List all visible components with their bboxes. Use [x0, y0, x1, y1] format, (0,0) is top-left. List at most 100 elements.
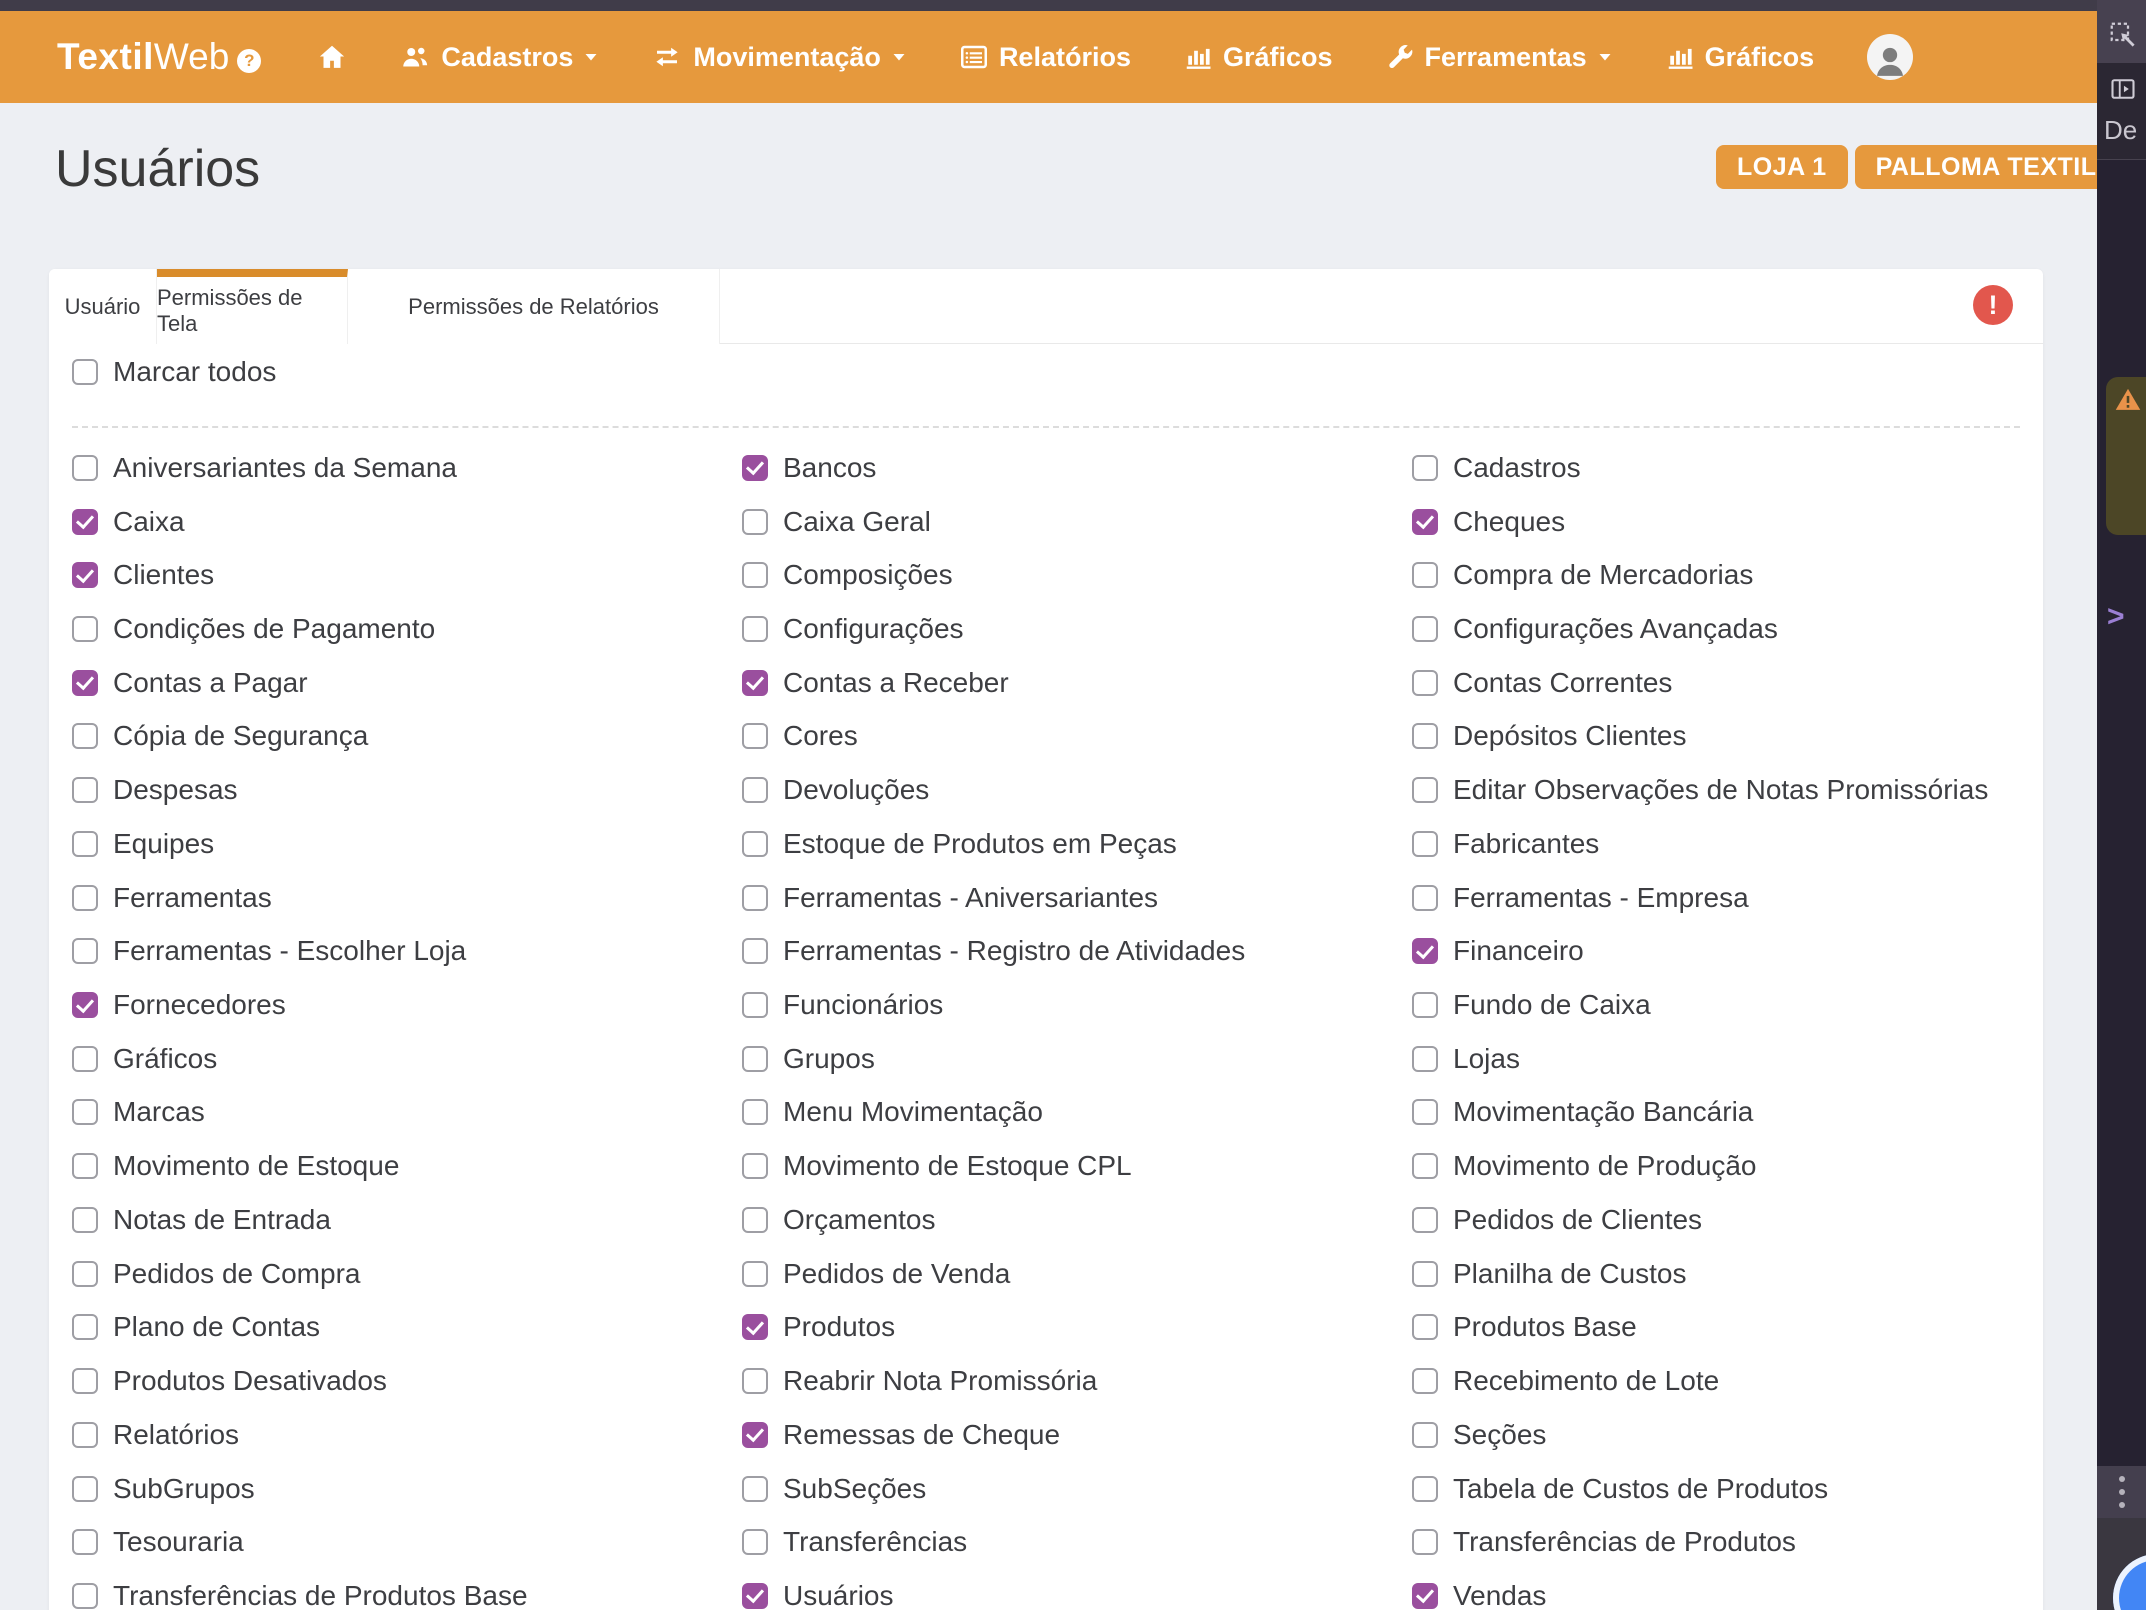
permission-checkbox[interactable] — [72, 1422, 98, 1448]
permission-checkbox[interactable] — [1412, 1046, 1438, 1072]
store-button-company[interactable]: PALLOMA TEXTIL — [1855, 145, 2118, 189]
permission-checkbox[interactable] — [1412, 1314, 1438, 1340]
permission-checkbox[interactable] — [1412, 1207, 1438, 1233]
permission-checkbox[interactable] — [742, 1368, 768, 1394]
permission-label[interactable]: Contas a Pagar — [113, 667, 308, 699]
permission-checkbox[interactable] — [742, 938, 768, 964]
user-avatar[interactable] — [1867, 34, 1913, 80]
permission-label[interactable]: Despesas — [113, 774, 238, 806]
permission-checkbox[interactable] — [742, 455, 768, 481]
permission-label[interactable]: Devoluções — [783, 774, 929, 806]
permission-checkbox[interactable] — [72, 992, 98, 1018]
permission-label[interactable]: Pedidos de Clientes — [1453, 1204, 1702, 1236]
permission-label[interactable]: Contas a Receber — [783, 667, 1009, 699]
permission-label[interactable]: Transferências de Produtos Base — [113, 1580, 528, 1610]
permission-checkbox[interactable] — [1412, 616, 1438, 642]
permission-label[interactable]: Movimentação Bancária — [1453, 1096, 1753, 1128]
permission-checkbox[interactable] — [72, 831, 98, 857]
permission-checkbox[interactable] — [72, 1368, 98, 1394]
permission-label[interactable]: Depósitos Clientes — [1453, 720, 1686, 752]
permission-checkbox[interactable] — [72, 1314, 98, 1340]
permission-checkbox[interactable] — [742, 723, 768, 749]
permission-label[interactable]: Editar Observações de Notas Promissórias — [1453, 774, 1988, 806]
permission-checkbox[interactable] — [742, 1153, 768, 1179]
permission-checkbox[interactable] — [72, 509, 98, 535]
permission-checkbox[interactable] — [1412, 562, 1438, 588]
brand-logo[interactable]: TextilWeb ? — [57, 36, 261, 78]
nav-item-ferramentas[interactable]: Ferramentas — [1385, 42, 1613, 73]
permission-checkbox[interactable] — [742, 509, 768, 535]
permission-checkbox[interactable] — [742, 670, 768, 696]
permission-label[interactable]: Ferramentas — [113, 882, 272, 914]
permission-label[interactable]: Condições de Pagamento — [113, 613, 435, 645]
permission-label[interactable]: Movimento de Estoque CPL — [783, 1150, 1132, 1182]
permission-label[interactable]: Tabela de Custos de Produtos — [1453, 1473, 1828, 1505]
permission-label[interactable]: Orçamentos — [783, 1204, 936, 1236]
tab-permissoes-relatorios[interactable]: Permissões de Relatórios — [348, 269, 720, 344]
permission-label[interactable]: Grupos — [783, 1043, 875, 1075]
permission-checkbox[interactable] — [742, 777, 768, 803]
permission-checkbox[interactable] — [72, 1476, 98, 1502]
permission-label[interactable]: Produtos Base — [1453, 1311, 1637, 1343]
permission-label[interactable]: Fundo de Caixa — [1453, 989, 1651, 1021]
permission-label[interactable]: Cores — [783, 720, 858, 752]
permission-checkbox[interactable] — [742, 1261, 768, 1287]
permission-checkbox[interactable] — [72, 455, 98, 481]
permission-label[interactable]: Marcas — [113, 1096, 205, 1128]
permission-label[interactable]: Menu Movimentação — [783, 1096, 1043, 1128]
permission-checkbox[interactable] — [1412, 885, 1438, 911]
permission-checkbox[interactable] — [742, 992, 768, 1018]
permission-checkbox[interactable] — [72, 1207, 98, 1233]
permission-label[interactable]: Plano de Contas — [113, 1311, 320, 1343]
permission-label[interactable]: Clientes — [113, 559, 214, 591]
permission-checkbox[interactable] — [72, 885, 98, 911]
permission-label[interactable]: Seções — [1453, 1419, 1546, 1451]
dock-side-icon[interactable] — [2109, 75, 2137, 108]
permission-checkbox[interactable] — [72, 670, 98, 696]
permission-checkbox[interactable] — [72, 1153, 98, 1179]
permission-checkbox[interactable] — [72, 1099, 98, 1125]
permission-checkbox[interactable] — [1412, 670, 1438, 696]
permission-label[interactable]: Caixa Geral — [783, 506, 931, 538]
permission-checkbox[interactable] — [1412, 1529, 1438, 1555]
permission-label[interactable]: Cadastros — [1453, 452, 1581, 484]
permission-label[interactable]: Funcionários — [783, 989, 943, 1021]
kebab-menu-icon[interactable] — [2097, 1466, 2146, 1518]
permission-label[interactable]: Remessas de Cheque — [783, 1419, 1060, 1451]
permission-checkbox[interactable] — [742, 885, 768, 911]
permission-label[interactable]: Bancos — [783, 452, 876, 484]
select-all-checkbox[interactable] — [72, 359, 98, 385]
permission-checkbox[interactable] — [72, 562, 98, 588]
permission-checkbox[interactable] — [742, 1207, 768, 1233]
permission-checkbox[interactable] — [742, 831, 768, 857]
permission-checkbox[interactable] — [72, 1261, 98, 1287]
select-all-label[interactable]: Marcar todos — [113, 356, 276, 388]
tab-permissoes-tela[interactable]: Permissões de Tela — [157, 269, 348, 344]
permission-label[interactable]: Gráficos — [113, 1043, 217, 1075]
permission-checkbox[interactable] — [742, 1314, 768, 1340]
nav-item-gr-ficos[interactable]: Gráficos — [1183, 42, 1333, 73]
inspect-element-icon[interactable] — [2108, 20, 2138, 55]
permission-label[interactable]: Ferramentas - Escolher Loja — [113, 935, 466, 967]
nav-item-home[interactable] — [317, 42, 347, 72]
permission-label[interactable]: Pedidos de Compra — [113, 1258, 360, 1290]
permission-label[interactable]: Vendas — [1453, 1580, 1546, 1610]
permission-checkbox[interactable] — [1412, 831, 1438, 857]
permission-label[interactable]: Movimento de Produção — [1453, 1150, 1757, 1182]
permission-label[interactable]: Composições — [783, 559, 953, 591]
permission-checkbox[interactable] — [1412, 1368, 1438, 1394]
permission-checkbox[interactable] — [742, 562, 768, 588]
permission-checkbox[interactable] — [1412, 1261, 1438, 1287]
permission-label[interactable]: Produtos Desativados — [113, 1365, 387, 1397]
permission-label[interactable]: Configurações — [783, 613, 964, 645]
permission-label[interactable]: SubSeções — [783, 1473, 926, 1505]
permission-checkbox[interactable] — [742, 1583, 768, 1609]
permission-label[interactable]: Pedidos de Venda — [783, 1258, 1010, 1290]
permission-label[interactable]: Equipes — [113, 828, 214, 860]
permission-checkbox[interactable] — [72, 616, 98, 642]
permission-label[interactable]: Aniversariantes da Semana — [113, 452, 457, 484]
permission-label[interactable]: Estoque de Produtos em Peças — [783, 828, 1177, 860]
permission-checkbox[interactable] — [1412, 1422, 1438, 1448]
nav-item-relat-rios[interactable]: Relatórios — [959, 42, 1131, 73]
permission-label[interactable]: SubGrupos — [113, 1473, 255, 1505]
